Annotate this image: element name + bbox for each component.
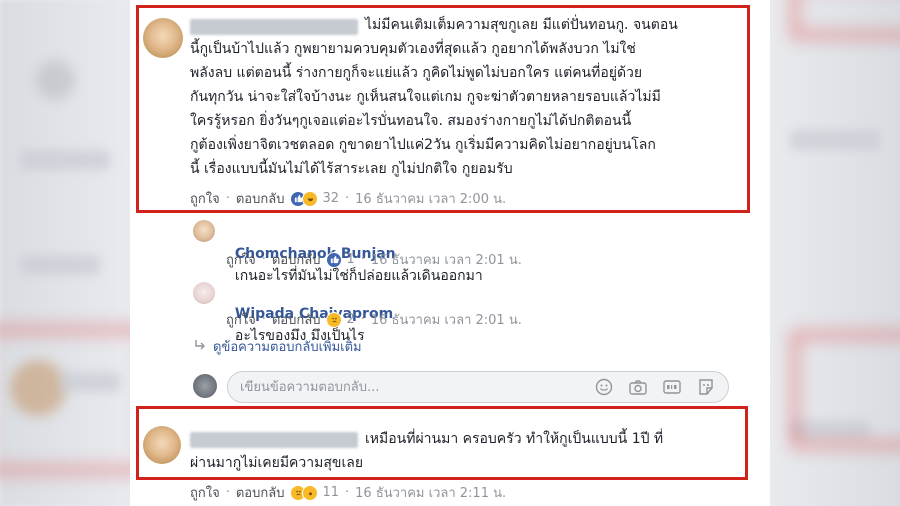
separator-dot: · <box>360 312 365 327</box>
separator-dot: · <box>225 485 230 500</box>
background-blur-text <box>790 130 880 150</box>
reply-link[interactable]: ตอบกลับ <box>272 249 321 270</box>
comment-actions: ถูกใจ · ตอบกลับ 11 · 16 ธันวาคม เวลา 2:1… <box>190 482 506 503</box>
reply-link[interactable]: ตอบกลับ <box>272 309 321 330</box>
reaction-count: 1 <box>346 252 355 267</box>
emoji-icon[interactable] <box>594 377 614 397</box>
highlight-box <box>136 406 748 480</box>
background-blur-text <box>20 255 100 275</box>
like-link[interactable]: ถูกใจ <box>190 482 220 503</box>
background-blur-highlight <box>0 325 150 475</box>
current-user-avatar <box>193 374 217 398</box>
camera-icon[interactable] <box>628 377 648 397</box>
highlight-box <box>136 5 750 213</box>
like-icon <box>326 251 343 268</box>
reply-composer <box>227 371 729 403</box>
view-more-replies-label: ดูข้อความตอบกลับเพิ่มเติม <box>213 340 362 355</box>
background-blur-avatar <box>35 60 75 100</box>
separator-dot: · <box>360 252 365 267</box>
background-blur-text <box>20 150 110 170</box>
avatar[interactable] <box>193 220 215 242</box>
reply-arrow-icon <box>193 338 207 356</box>
reply-input[interactable] <box>228 379 594 395</box>
background-blur-highlight <box>790 330 900 450</box>
sticker-icon[interactable] <box>696 377 716 397</box>
reactions[interactable]: 2 <box>326 311 355 328</box>
reply-link[interactable]: ตอบกลับ <box>236 482 285 503</box>
comment-actions: ถูกใจ · ตอบกลับ 1 · 16 ธันวาคม เวลา 2:01… <box>226 249 522 270</box>
sad-icon <box>326 311 343 328</box>
reaction-count: 11 <box>322 485 339 500</box>
background-blur-highlight <box>790 0 900 40</box>
view-more-replies[interactable]: ดูข้อความตอบกลับเพิ่มเติม <box>193 336 362 357</box>
separator-dot: · <box>261 252 266 267</box>
separator-dot: · <box>345 485 350 500</box>
avatar[interactable] <box>193 282 215 304</box>
reactions[interactable]: 11 <box>290 484 339 501</box>
like-link[interactable]: ถูกใจ <box>226 309 256 330</box>
wow-icon <box>302 484 319 501</box>
gif-icon[interactable] <box>662 377 682 397</box>
like-link[interactable]: ถูกใจ <box>226 249 256 270</box>
timestamp[interactable]: 16 ธันวาคม เวลา 2:01 น. <box>371 249 522 270</box>
composer-icons <box>594 377 728 397</box>
reactions[interactable]: 1 <box>326 251 355 268</box>
reaction-count: 2 <box>346 312 355 327</box>
separator-dot: · <box>261 312 266 327</box>
timestamp[interactable]: 16 ธันวาคม เวลา 2:01 น. <box>371 309 522 330</box>
comment-actions: ถูกใจ · ตอบกลับ 2 · 16 ธันวาคม เวลา 2:01… <box>226 309 522 330</box>
timestamp[interactable]: 16 ธันวาคม เวลา 2:11 น. <box>355 482 506 503</box>
